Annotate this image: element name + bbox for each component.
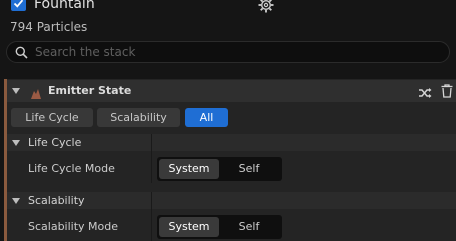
column-divider [151,134,152,183]
option-system[interactable]: System [159,217,219,237]
tab-life-cycle[interactable]: Life Cycle [11,108,93,127]
emitter-state-label: Emitter State [48,84,132,97]
row-label: Scalability Mode [28,220,119,233]
option-self[interactable]: Self [219,159,279,179]
row-label: Life Cycle Mode [28,162,115,175]
collapse-caret-icon[interactable] [12,198,20,204]
emitter-icon [30,85,42,104]
search-icon [15,46,28,59]
tab-scalability[interactable]: Scalability [97,108,180,127]
emitter-title: Fountain [34,0,95,12]
search-box[interactable] [6,41,450,63]
option-self[interactable]: Self [219,217,279,237]
collapse-caret-icon[interactable] [12,140,20,146]
column-divider [151,192,152,241]
particle-count: 794 Particles [10,20,88,34]
section-title: Scalability [28,194,85,207]
checkmark-icon [13,0,24,8]
tab-all[interactable]: All [185,108,228,127]
collapse-caret-icon[interactable] [12,88,20,94]
delete-icon[interactable] [441,83,453,102]
shuffle-icon[interactable] [418,84,432,103]
emitter-color-stripe [4,79,7,241]
life-cycle-mode-selector[interactable]: System Self [157,157,282,181]
enable-checkbox[interactable] [11,0,26,11]
scalability-mode-selector[interactable]: System Self [157,215,282,239]
option-system[interactable]: System [159,159,219,179]
search-input[interactable] [35,44,435,60]
gear-icon[interactable] [258,0,274,13]
section-title: Life Cycle [28,136,82,149]
